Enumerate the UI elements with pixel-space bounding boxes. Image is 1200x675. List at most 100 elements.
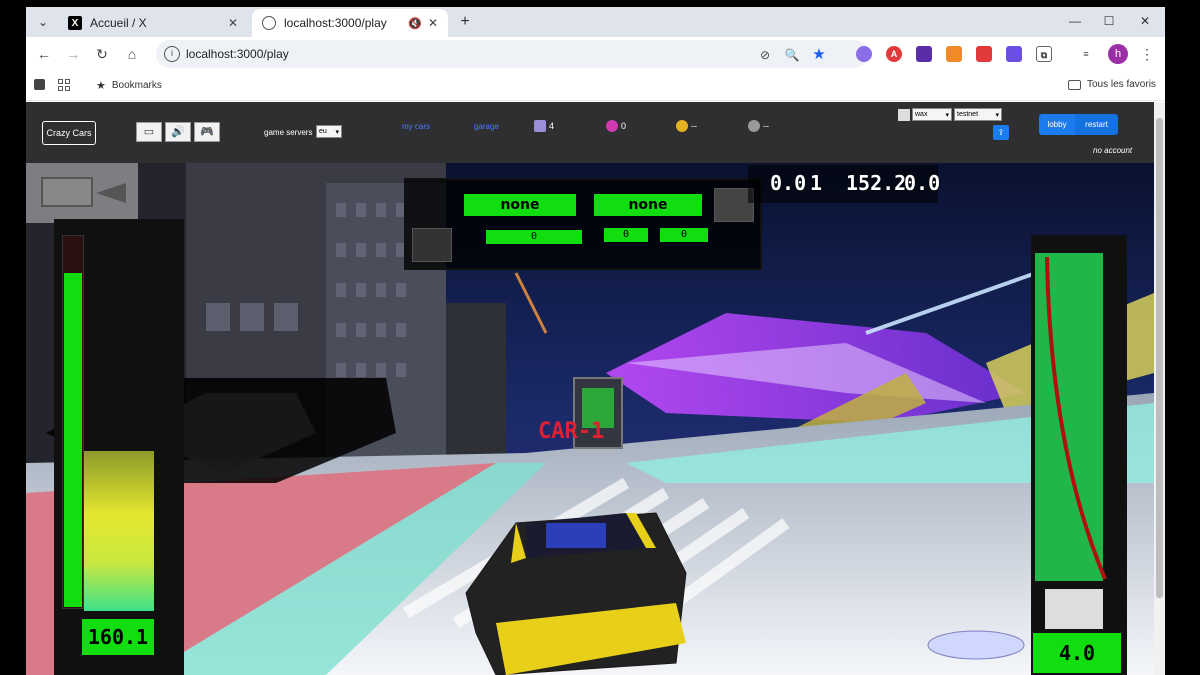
game-canvas[interactable]: CAR-1 160.1 none none 0 0 0 0.0 1 152.2 …	[26, 163, 1154, 675]
gear-icon	[606, 120, 618, 132]
game-servers-label: game servers	[264, 128, 313, 137]
all-bookmarks-folder[interactable]: Tous les favoris	[1068, 79, 1156, 90]
maximize-button[interactable]: ☐	[1094, 11, 1124, 31]
extensions-puzzle-icon[interactable]: ⧉	[1036, 46, 1052, 62]
server-value: eu	[319, 128, 327, 135]
adblock-icon[interactable]: A	[886, 46, 902, 62]
extension-icon-4[interactable]	[1006, 46, 1022, 62]
chain-value: wax	[915, 111, 928, 118]
camera-view-button[interactable]	[26, 163, 138, 223]
tokens-stat: --	[748, 120, 769, 132]
tab-accueil-x[interactable]: X Accueil / X ✕	[58, 9, 248, 37]
page-viewport: Crazy Cars ▭ 🔊 🎮 game servers eu ▾ my car…	[26, 102, 1165, 675]
home-button[interactable]: ⌂	[121, 43, 143, 65]
score-d: 0.0	[904, 171, 941, 195]
boost-readout: 4.0	[1033, 633, 1121, 673]
network-select[interactable]: testnet ▾	[954, 108, 1002, 121]
reading-list-icon[interactable]: ≡	[1078, 46, 1094, 62]
garage-link[interactable]: garage	[474, 122, 499, 131]
close-window-button[interactable]: ✕	[1130, 11, 1160, 31]
rockets-stat: 4	[534, 120, 554, 132]
network-value: testnet	[957, 111, 979, 118]
my-cars-link[interactable]: my cars	[402, 122, 430, 131]
counter-b: 0	[604, 228, 648, 242]
back-button[interactable]: ←	[33, 43, 55, 65]
camera-blocked-icon[interactable]: ⊘	[756, 46, 774, 64]
url-text: localhost:3000/play	[186, 47, 289, 61]
chain-select[interactable]: wax ▾	[912, 108, 952, 121]
speed-gauge: 160.1	[54, 219, 184, 675]
new-tab-button[interactable]: +	[454, 11, 476, 33]
close-icon[interactable]: ✕	[224, 16, 242, 30]
slot-a-button[interactable]: none	[464, 194, 576, 216]
lobby-button[interactable]: lobby	[1039, 114, 1075, 135]
score-strip: 0.0 1 152.2 0.0	[748, 165, 941, 203]
counter-a: 0	[486, 230, 582, 244]
counter-c: 0	[660, 228, 708, 242]
apps-square-icon[interactable]	[34, 79, 45, 90]
star-icon: ★	[96, 80, 106, 92]
forward-button[interactable]: →	[62, 43, 84, 65]
extension-icon-3[interactable]	[976, 46, 992, 62]
minimize-button[interactable]: —	[1060, 11, 1090, 31]
game-header: Crazy Cars ▭ 🔊 🎮 game servers eu ▾ my car…	[26, 102, 1154, 163]
metamask-icon[interactable]	[946, 46, 962, 62]
tab-search-icon[interactable]: ⌄	[32, 11, 54, 33]
coins-value: --	[691, 121, 697, 131]
crazy-cars-logo-button[interactable]: Crazy Cars	[42, 121, 96, 145]
score-a: 0.0	[770, 171, 807, 195]
tab-title: Accueil / X	[90, 16, 147, 30]
page-scrollbar[interactable]	[1154, 102, 1165, 675]
bookmarks-label: Bookmarks	[111, 80, 162, 91]
gamepad-button[interactable]: 🎮	[194, 122, 220, 142]
wax-logo-icon	[898, 109, 910, 121]
apps-grid-icon[interactable]	[58, 79, 70, 91]
bottle-icon	[1045, 589, 1103, 629]
account-status: no account	[1093, 146, 1133, 155]
profile-avatar[interactable]: h	[1108, 44, 1128, 64]
camera-icon	[41, 177, 93, 207]
score-c: 152.2	[846, 171, 907, 195]
speed-meter-fill	[84, 451, 154, 611]
sound-button[interactable]: 🔊	[165, 122, 191, 142]
address-bar[interactable]: i localhost:3000/play ⊘ 🔍 ★	[156, 40, 868, 68]
extension-icon-2[interactable]	[916, 46, 932, 62]
globe-icon	[262, 16, 276, 30]
token-icon	[748, 120, 760, 132]
speed-fill	[64, 273, 82, 607]
gears-stat: 0	[606, 120, 626, 132]
muted-speaker-icon[interactable]: 🔇	[406, 17, 424, 30]
reload-button[interactable]: ↻	[91, 43, 113, 65]
tokens-value: --	[763, 121, 769, 131]
folder-icon	[1068, 79, 1081, 90]
display-button[interactable]: ▭	[136, 122, 162, 142]
server-select[interactable]: eu ▾	[316, 125, 342, 138]
browser-window: ⌄ X Accueil / X ✕ localhost:3000/play 🔇 …	[26, 7, 1165, 675]
chevron-down-icon: ▾	[335, 128, 339, 136]
rockets-value: 4	[549, 121, 555, 131]
menu-dots-icon[interactable]: ⋮	[1136, 43, 1158, 65]
bookmarks-folder[interactable]: ★ Bookmarks	[96, 79, 162, 92]
coin-icon	[676, 120, 688, 132]
bookmark-star-icon[interactable]: ★	[810, 46, 828, 64]
restart-button[interactable]: restart	[1075, 114, 1118, 135]
extension-icon-1[interactable]	[856, 46, 872, 62]
wallet-upload-icon[interactable]: ⇪	[993, 125, 1009, 140]
scrollbar-thumb[interactable]	[1156, 118, 1163, 598]
chevron-down-icon: ▾	[995, 111, 999, 119]
tab-localhost-play[interactable]: localhost:3000/play 🔇 ✕	[252, 9, 448, 37]
tab-strip: ⌄ X Accueil / X ✕ localhost:3000/play 🔇 …	[26, 7, 1165, 37]
tab-title: localhost:3000/play	[284, 16, 387, 30]
close-icon[interactable]: ✕	[424, 16, 442, 30]
boost-fill	[1033, 251, 1107, 583]
all-bookmarks-label: Tous les favoris	[1087, 79, 1156, 90]
bookmarks-bar: ★ Bookmarks Tous les favoris	[26, 71, 1165, 101]
chevron-down-icon: ▾	[945, 111, 949, 119]
slot-b-button[interactable]: none	[594, 194, 702, 216]
speed-readout: 160.1	[82, 619, 154, 655]
coins-stat: --	[676, 120, 697, 132]
zoom-icon[interactable]: 🔍	[783, 46, 801, 64]
site-info-icon[interactable]: i	[164, 46, 180, 62]
score-b: 1	[810, 171, 823, 195]
crate-icon	[412, 228, 452, 262]
